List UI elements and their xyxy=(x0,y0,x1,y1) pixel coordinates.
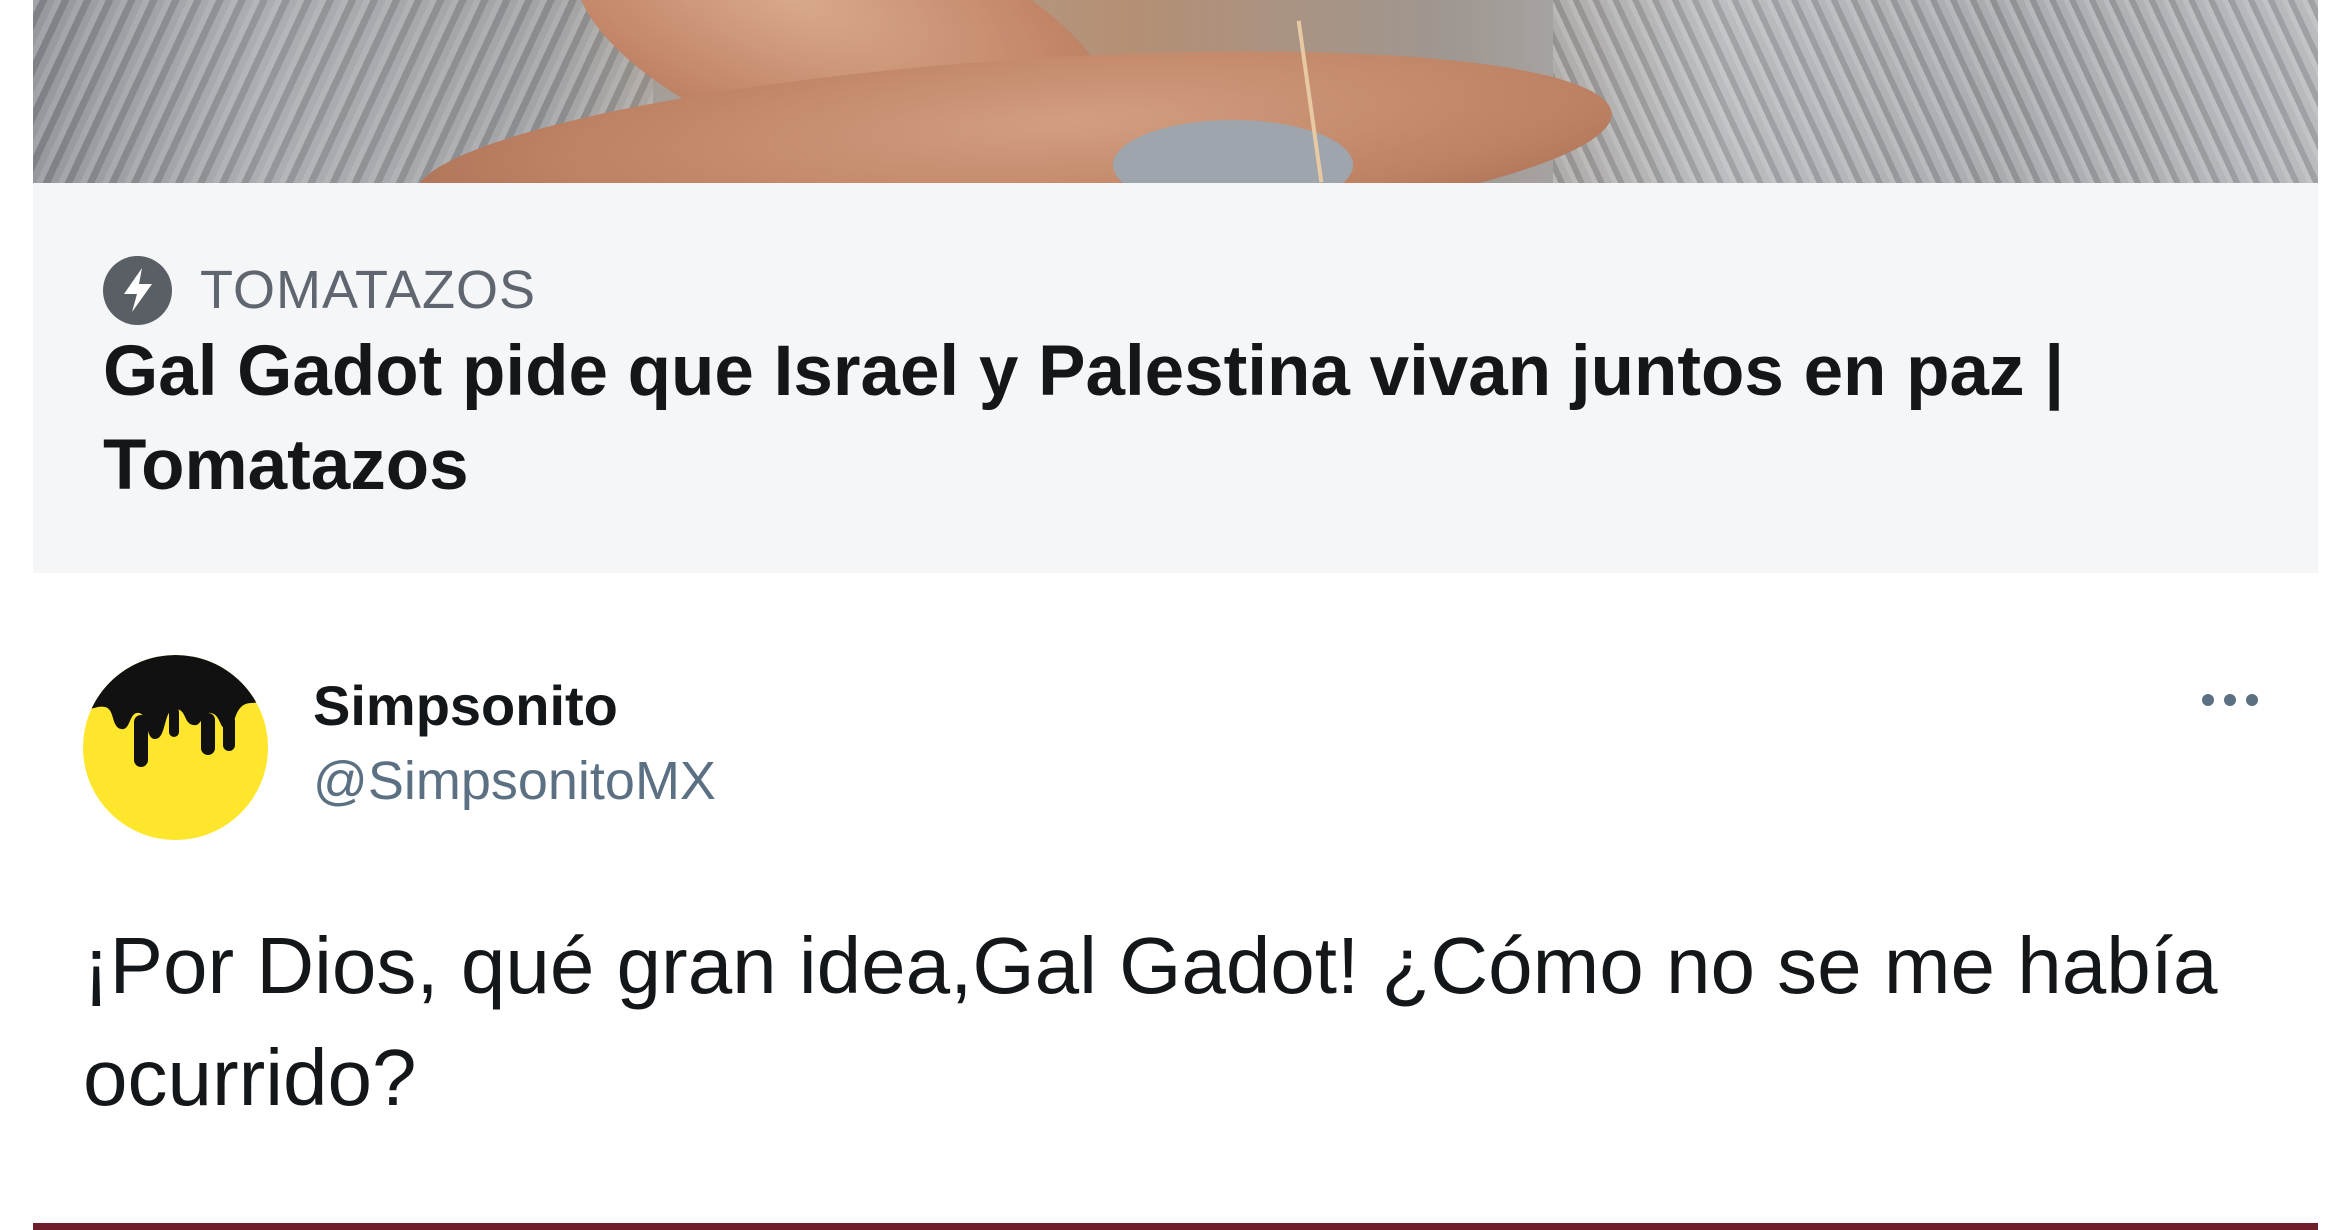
tweet-media-preview[interactable] xyxy=(33,1223,2318,1230)
tweet-text: ¡Por Dios, qué gran idea,Gal Gadot! ¿Cóm… xyxy=(83,921,2218,1122)
user-name[interactable]: Simpsonito xyxy=(313,673,618,738)
more-options-icon xyxy=(2200,693,2260,712)
user-handle[interactable]: @SimpsonitoMX xyxy=(313,750,716,812)
page: TOMATAZOS Gal Gadot pide que Israel y Pa… xyxy=(0,0,2350,1230)
link-preview-card[interactable]: TOMATAZOS Gal Gadot pide que Israel y Pa… xyxy=(33,0,2318,573)
fur-texture-right xyxy=(1553,0,2318,183)
card-source: TOMATAZOS xyxy=(103,255,536,325)
avatar[interactable] xyxy=(83,655,268,840)
card-source-name: TOMATAZOS xyxy=(200,260,537,320)
card-title[interactable]: Gal Gadot pide que Israel y Palestina vi… xyxy=(103,325,2283,513)
bolt-icon xyxy=(103,255,172,325)
more-options-button[interactable] xyxy=(2190,672,2270,732)
card-image[interactable] xyxy=(33,0,2318,183)
